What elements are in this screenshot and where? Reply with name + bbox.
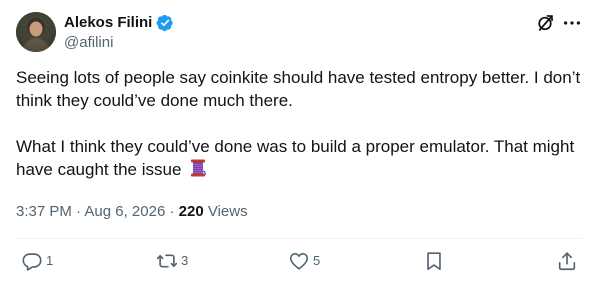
tweet-card: Alekos Filini @afilini Seeing lots of pe… (0, 0, 598, 287)
views-count: 220 (178, 203, 204, 220)
profile-photo (16, 12, 56, 52)
reply-button[interactable]: 1 (21, 250, 53, 272)
repost-icon (156, 254, 178, 268)
like-icon (289, 253, 309, 270)
bookmark-icon (427, 252, 441, 271)
avatar[interactable] (16, 12, 56, 52)
tweet-paragraph-2-text: What I think they could’ve done was to b… (16, 137, 575, 179)
reply-icon (22, 253, 42, 271)
like-button[interactable]: 5 (288, 250, 320, 272)
divider (16, 238, 582, 239)
meta-separator: · (71, 203, 85, 220)
more-options-icon[interactable] (561, 12, 583, 34)
author-name-row: Alekos Filini (64, 13, 174, 33)
views-label: Views (203, 203, 248, 220)
tweet-paragraph-2: What I think they could’ve done was to b… (16, 135, 582, 181)
tweet-time[interactable]: 3:37 PM (16, 203, 72, 220)
tweet-date[interactable]: Aug 6, 2026 (84, 203, 165, 220)
meta-separator: · (165, 203, 179, 220)
display-name[interactable]: Alekos Filini (64, 13, 152, 33)
author-handle[interactable]: @afilini (64, 33, 113, 53)
action-bar: 1 3 5 (0, 250, 598, 276)
thread-spool-emoji (188, 158, 208, 178)
share-icon (558, 252, 576, 271)
share-button[interactable] (556, 250, 578, 272)
verified-badge-icon[interactable] (156, 14, 174, 32)
like-count: 5 (313, 253, 321, 268)
grok-icon[interactable] (534, 12, 556, 34)
bookmark-button[interactable] (423, 250, 445, 272)
repost-button[interactable]: 3 (156, 250, 188, 272)
tweet-paragraph-1: Seeing lots of people say coinkite shoul… (16, 68, 581, 110)
repost-count: 3 (181, 253, 189, 268)
tweet-meta: 3:37 PM · Aug 6, 2026 · 220 Views (16, 202, 248, 222)
reply-count: 1 (46, 253, 54, 268)
tweet-text: Seeing lots of people say coinkite shoul… (16, 66, 582, 181)
